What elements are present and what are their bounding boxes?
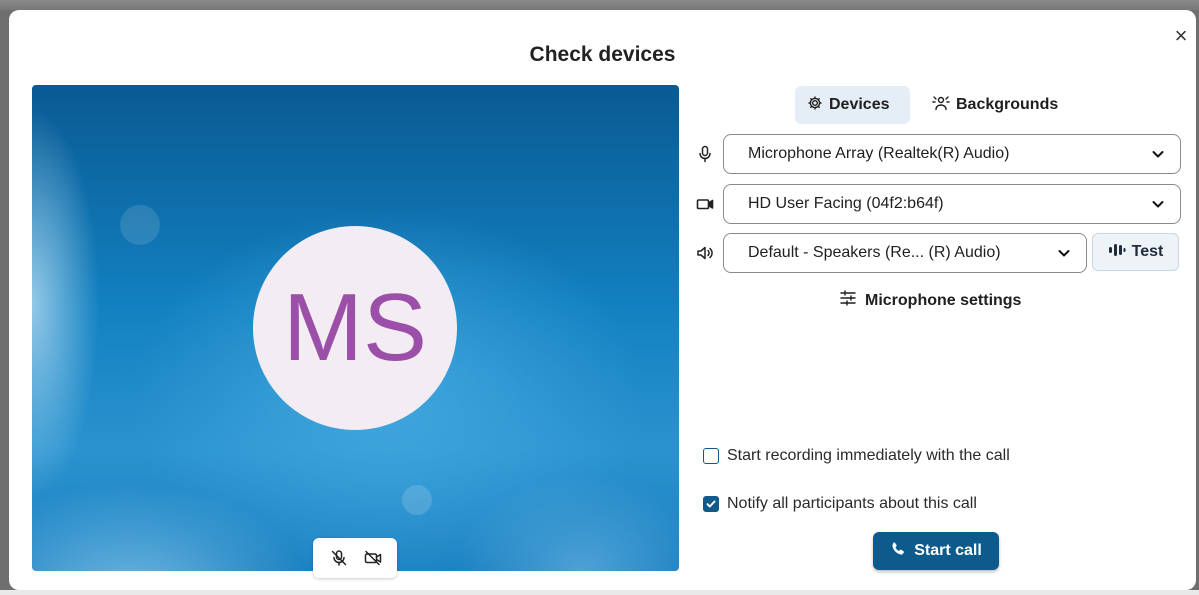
record-checkbox-label: Start recording immediately with the cal… [727,447,1010,464]
notify-checkbox-row[interactable]: Notify all participants about this call [703,495,977,513]
phone-icon [890,541,906,562]
microphone-settings-label: Microphone settings [865,291,1022,309]
mic-muted-icon[interactable] [329,548,349,568]
avatar: MS [253,226,457,430]
camera-select-value: HD User Facing (04f2:b64f) [748,195,944,212]
speaker-icon [695,243,715,263]
chevron-down-icon [1058,250,1070,257]
dialog-title: Check devices [529,43,676,66]
speaker-select[interactable]: Default - Speakers (Re... (R) Audio) [723,233,1087,273]
microphone-icon [695,144,715,164]
check-icon [706,500,716,508]
camera-select[interactable]: HD User Facing (04f2:b64f) [723,184,1181,224]
microphone-settings-button[interactable]: Microphone settings [839,290,1021,311]
notify-checkbox-label: Notify all participants about this call [727,495,977,512]
notify-checkbox[interactable] [703,496,719,512]
record-checkbox-row[interactable]: Start recording immediately with the cal… [703,447,1010,465]
background-window [0,0,1199,10]
chevron-down-icon [1152,151,1164,158]
chevron-down-icon [1152,201,1164,208]
background-bubble [120,205,160,245]
start-call-button[interactable]: Start call [873,532,999,570]
camera-icon [695,194,715,214]
gear-icon [807,95,823,116]
tab-devices-label: Devices [829,96,890,113]
video-controls [313,538,397,578]
backgrounds-icon [932,95,950,116]
start-call-label: Start call [914,542,982,559]
audio-bars-icon [1108,243,1126,262]
video-preview: MS [32,85,679,571]
sliders-icon [839,290,857,311]
background-bubble [402,485,432,515]
close-icon[interactable]: × [1169,24,1193,48]
speaker-select-value: Default - Speakers (Re... (R) Audio) [748,244,1001,261]
test-button-label: Test [1131,243,1164,260]
record-checkbox[interactable] [703,448,719,464]
background-window-bottom [0,590,1199,595]
tab-devices[interactable]: Devices [795,86,910,124]
camera-off-icon[interactable] [363,548,383,568]
test-speaker-button[interactable]: Test [1092,233,1179,271]
check-devices-dialog: Check devices × MS Devices Backgrounds M… [9,10,1196,590]
microphone-select-value: Microphone Array (Realtek(R) Audio) [748,145,1010,162]
tab-backgrounds[interactable]: Backgrounds [920,86,1070,124]
tab-backgrounds-label: Backgrounds [956,96,1059,113]
microphone-select[interactable]: Microphone Array (Realtek(R) Audio) [723,134,1181,174]
